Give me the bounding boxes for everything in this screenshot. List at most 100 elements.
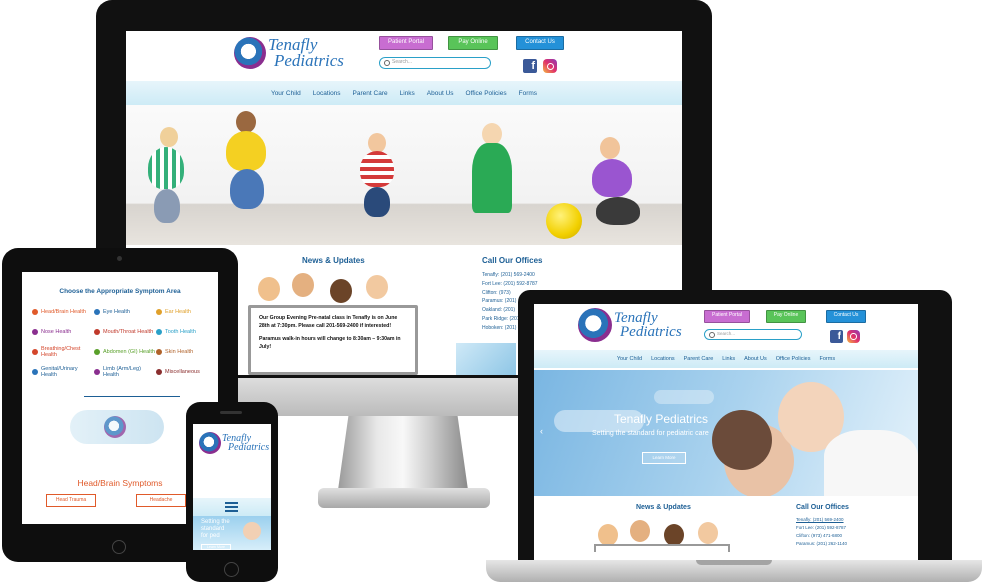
symptom-item[interactable]: Limb (Arm/Leg) Health [94,362,156,382]
desktop-news-kids [254,271,414,307]
laptop-logo[interactable]: Tenafly Pediatrics [578,308,682,342]
symptom-grid: Head/Brain Health Eye Health Ear Health … [32,302,216,382]
nav-links[interactable]: Links [400,90,415,97]
symptom-item[interactable]: Abdomen (GI) Health [94,342,156,362]
laptop-trackpad-notch [696,560,772,565]
logo-icon [234,37,266,70]
tooth-icon [156,329,162,335]
logo-icon [104,416,126,438]
symptom-item[interactable]: Breathing/Chest Health [32,342,94,362]
symptom-item[interactable]: Tooth Health [156,322,216,342]
logo-line-2: Pediatrics [274,51,344,71]
laptop-nav-links[interactable]: Links [722,356,735,362]
nose-icon [32,329,38,335]
laptop-logo-line-1: Tenafly [614,309,658,326]
stomach-icon [94,349,100,355]
laptop-offices-title: Call Our Offices [796,504,849,511]
logo-icon [578,308,612,342]
office-item[interactable]: Clifton: (973) 471-6800 [796,532,847,540]
phone-hero-line-3: for ped [201,533,220,540]
hero-subtitle: Setting the standard for pediatric care [592,430,709,437]
tablet-home-button[interactable] [112,540,126,554]
misc-icon [156,369,162,375]
laptop-nav-parent-care[interactable]: Parent Care [684,356,714,362]
laptop-instagram-icon[interactable] [847,330,860,343]
patient-portal-button[interactable]: Patient Portal [379,36,433,50]
office-item[interactable]: Fort Lee: (201) 592-8787 [796,524,847,532]
phone-screen: Tenafly Pediatrics Setting the standard … [193,424,271,550]
hero-learn-more-button[interactable]: Learn More [642,452,686,464]
desktop-hero-image [126,105,682,245]
instagram-icon[interactable] [543,59,557,73]
nav-parent-care[interactable]: Parent Care [353,90,388,97]
office-item[interactable]: Fort Lee: (201) 592-8787 [482,280,538,289]
laptop-nav-bar: Your Child Locations Parent Care Links A… [534,350,918,368]
nav-office-policies[interactable]: Office Policies [466,90,507,97]
desktop-news-board: Our Group Evening Pre-natal class in Ten… [248,305,418,375]
search-input[interactable]: Search... [379,57,491,69]
laptop-nav-office-policies[interactable]: Office Policies [776,356,811,362]
laptop-nav-forms[interactable]: Forms [820,356,836,362]
hero-title: Tenafly Pediatrics [614,412,709,426]
desktop-logo[interactable]: Tenafly Pediatrics [234,36,344,71]
skin-icon [156,349,162,355]
tablet-heading: Choose the Appropriate Symptom Area [59,288,181,295]
laptop-nav-your-child[interactable]: Your Child [617,356,642,362]
contact-us-button[interactable]: Contact Us [516,36,564,50]
symptom-item[interactable]: Ear Health [156,302,216,322]
phone-logo[interactable]: Tenafly Pediatrics [199,432,269,454]
tablet-camera [117,256,122,261]
laptop-hero: ‹ Tenafly Pediatrics Setting the standar… [534,370,918,496]
nav-forms[interactable]: Forms [519,90,537,97]
hero-prev-arrow[interactable]: ‹ [540,426,543,436]
nav-about-us[interactable]: About Us [427,90,454,97]
office-item[interactable]: Paramus: (201) 262-1140 [796,540,847,548]
limb-icon [94,369,100,375]
laptop-logo-line-2: Pediatrics [620,324,682,340]
phone-hero: Setting the standard for ped Learn More [193,516,271,550]
symptom-item[interactable]: Miscellaneous [156,362,216,382]
symptom-item[interactable]: Genital/Urinary Health [32,362,94,382]
tablet-divider [84,396,180,397]
genital-icon [32,369,38,375]
phone-hero-line-2: standard [201,526,225,533]
office-item[interactable]: Tenafly: (201) 569-2400 [796,516,847,524]
laptop-facebook-icon[interactable]: f [830,330,843,343]
symptom-item[interactable]: Head/Brain Health [32,302,94,322]
head-trauma-button[interactable]: Head Trauma [46,494,96,507]
pay-online-button[interactable]: Pay Online [448,36,498,50]
laptop-contact-us-button[interactable]: Contact Us [826,310,866,323]
phone-learn-more-button[interactable]: Learn More [201,544,231,550]
phone-hero-line-1: Setting the [201,519,230,525]
head-icon [32,309,38,315]
phone-logo-line-2: Pediatrics [228,442,270,453]
hamburger-menu-icon[interactable] [225,502,238,512]
lungs-icon [32,349,38,355]
laptop-nav-about-us[interactable]: About Us [744,356,767,362]
nav-locations[interactable]: Locations [313,90,341,97]
desktop-offices-title: Call Our Offices [482,256,543,265]
symptom-item[interactable]: Skin Health [156,342,216,362]
desktop-promo-image [456,343,516,375]
headache-button[interactable]: Headache [136,494,186,507]
laptop-search-input[interactable]: Search... [704,329,802,340]
laptop-patient-portal-button[interactable]: Patient Portal [704,310,750,323]
symptom-item[interactable]: Eye Health [94,302,156,322]
laptop-nav-locations[interactable]: Locations [651,356,675,362]
desktop-news-title: News & Updates [302,256,365,265]
phone-nav-bar [193,498,271,516]
logo-icon [199,432,221,454]
ear-icon [156,309,162,315]
desktop-nav-bar: Your Child Locations Parent Care Links A… [126,81,682,105]
symptom-item[interactable]: Mouth/Throat Health [94,322,156,342]
symptom-item[interactable]: Nose Health [32,322,94,342]
nav-your-child[interactable]: Your Child [271,90,301,97]
office-item[interactable]: Tenafly: (201) 569-2400 [482,271,538,280]
laptop-news-title: News & Updates [636,504,691,511]
laptop-news-kids [594,518,734,552]
phone-home-button[interactable] [224,562,239,577]
tablet-body-image [70,410,164,444]
laptop-pay-online-button[interactable]: Pay Online [766,310,806,323]
monitor-stand [338,416,468,490]
facebook-icon[interactable]: f [523,59,537,73]
